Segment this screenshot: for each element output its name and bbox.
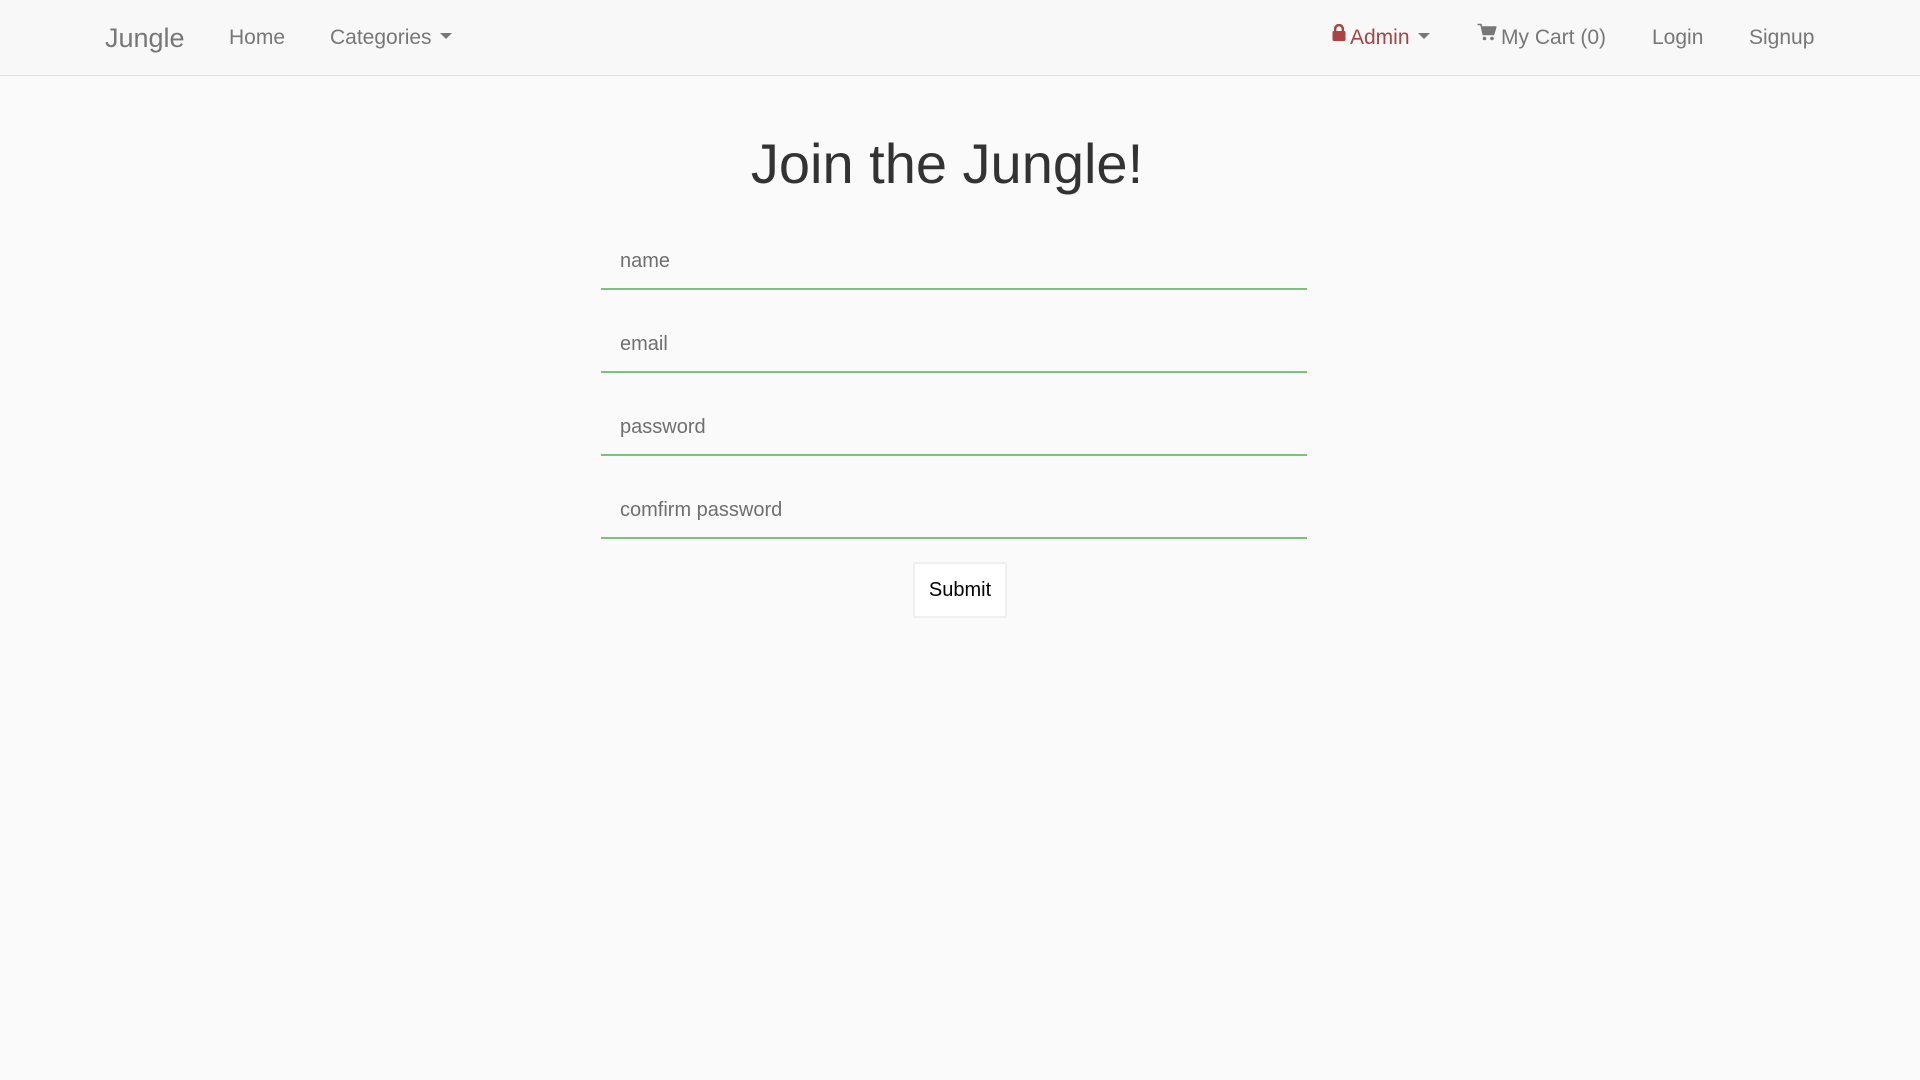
caret-down-icon <box>1417 33 1430 40</box>
brand-link[interactable]: Jungle <box>105 0 185 76</box>
nav-categories-dropdown[interactable]: Categories <box>330 0 452 76</box>
email-field[interactable] <box>601 317 1307 373</box>
nav-admin-label: Admin <box>1350 26 1410 49</box>
nav-admin-dropdown[interactable]: Admin <box>1332 0 1430 76</box>
nav-login-link[interactable]: Login <box>1652 0 1703 76</box>
nav-home-link[interactable]: Home <box>229 0 285 76</box>
nav-signup-link[interactable]: Signup <box>1749 0 1814 76</box>
shopping-cart-icon <box>1477 0 1497 73</box>
password-field[interactable] <box>601 400 1307 456</box>
lock-icon <box>1332 0 1346 73</box>
confirm-password-field[interactable] <box>601 483 1307 539</box>
nav-cart-link[interactable]: My Cart (0) <box>1477 0 1606 76</box>
caret-down-icon <box>439 33 452 40</box>
page-title: Join the Jungle! <box>750 132 1144 195</box>
name-field[interactable] <box>601 234 1307 290</box>
nav-cart-label: My Cart (0) <box>1501 26 1606 49</box>
submit-button[interactable]: Submit <box>913 562 1007 618</box>
top-navbar: Jungle Home Categories Admin My Cart (0)… <box>0 0 1920 76</box>
nav-categories-label: Categories <box>330 26 432 49</box>
